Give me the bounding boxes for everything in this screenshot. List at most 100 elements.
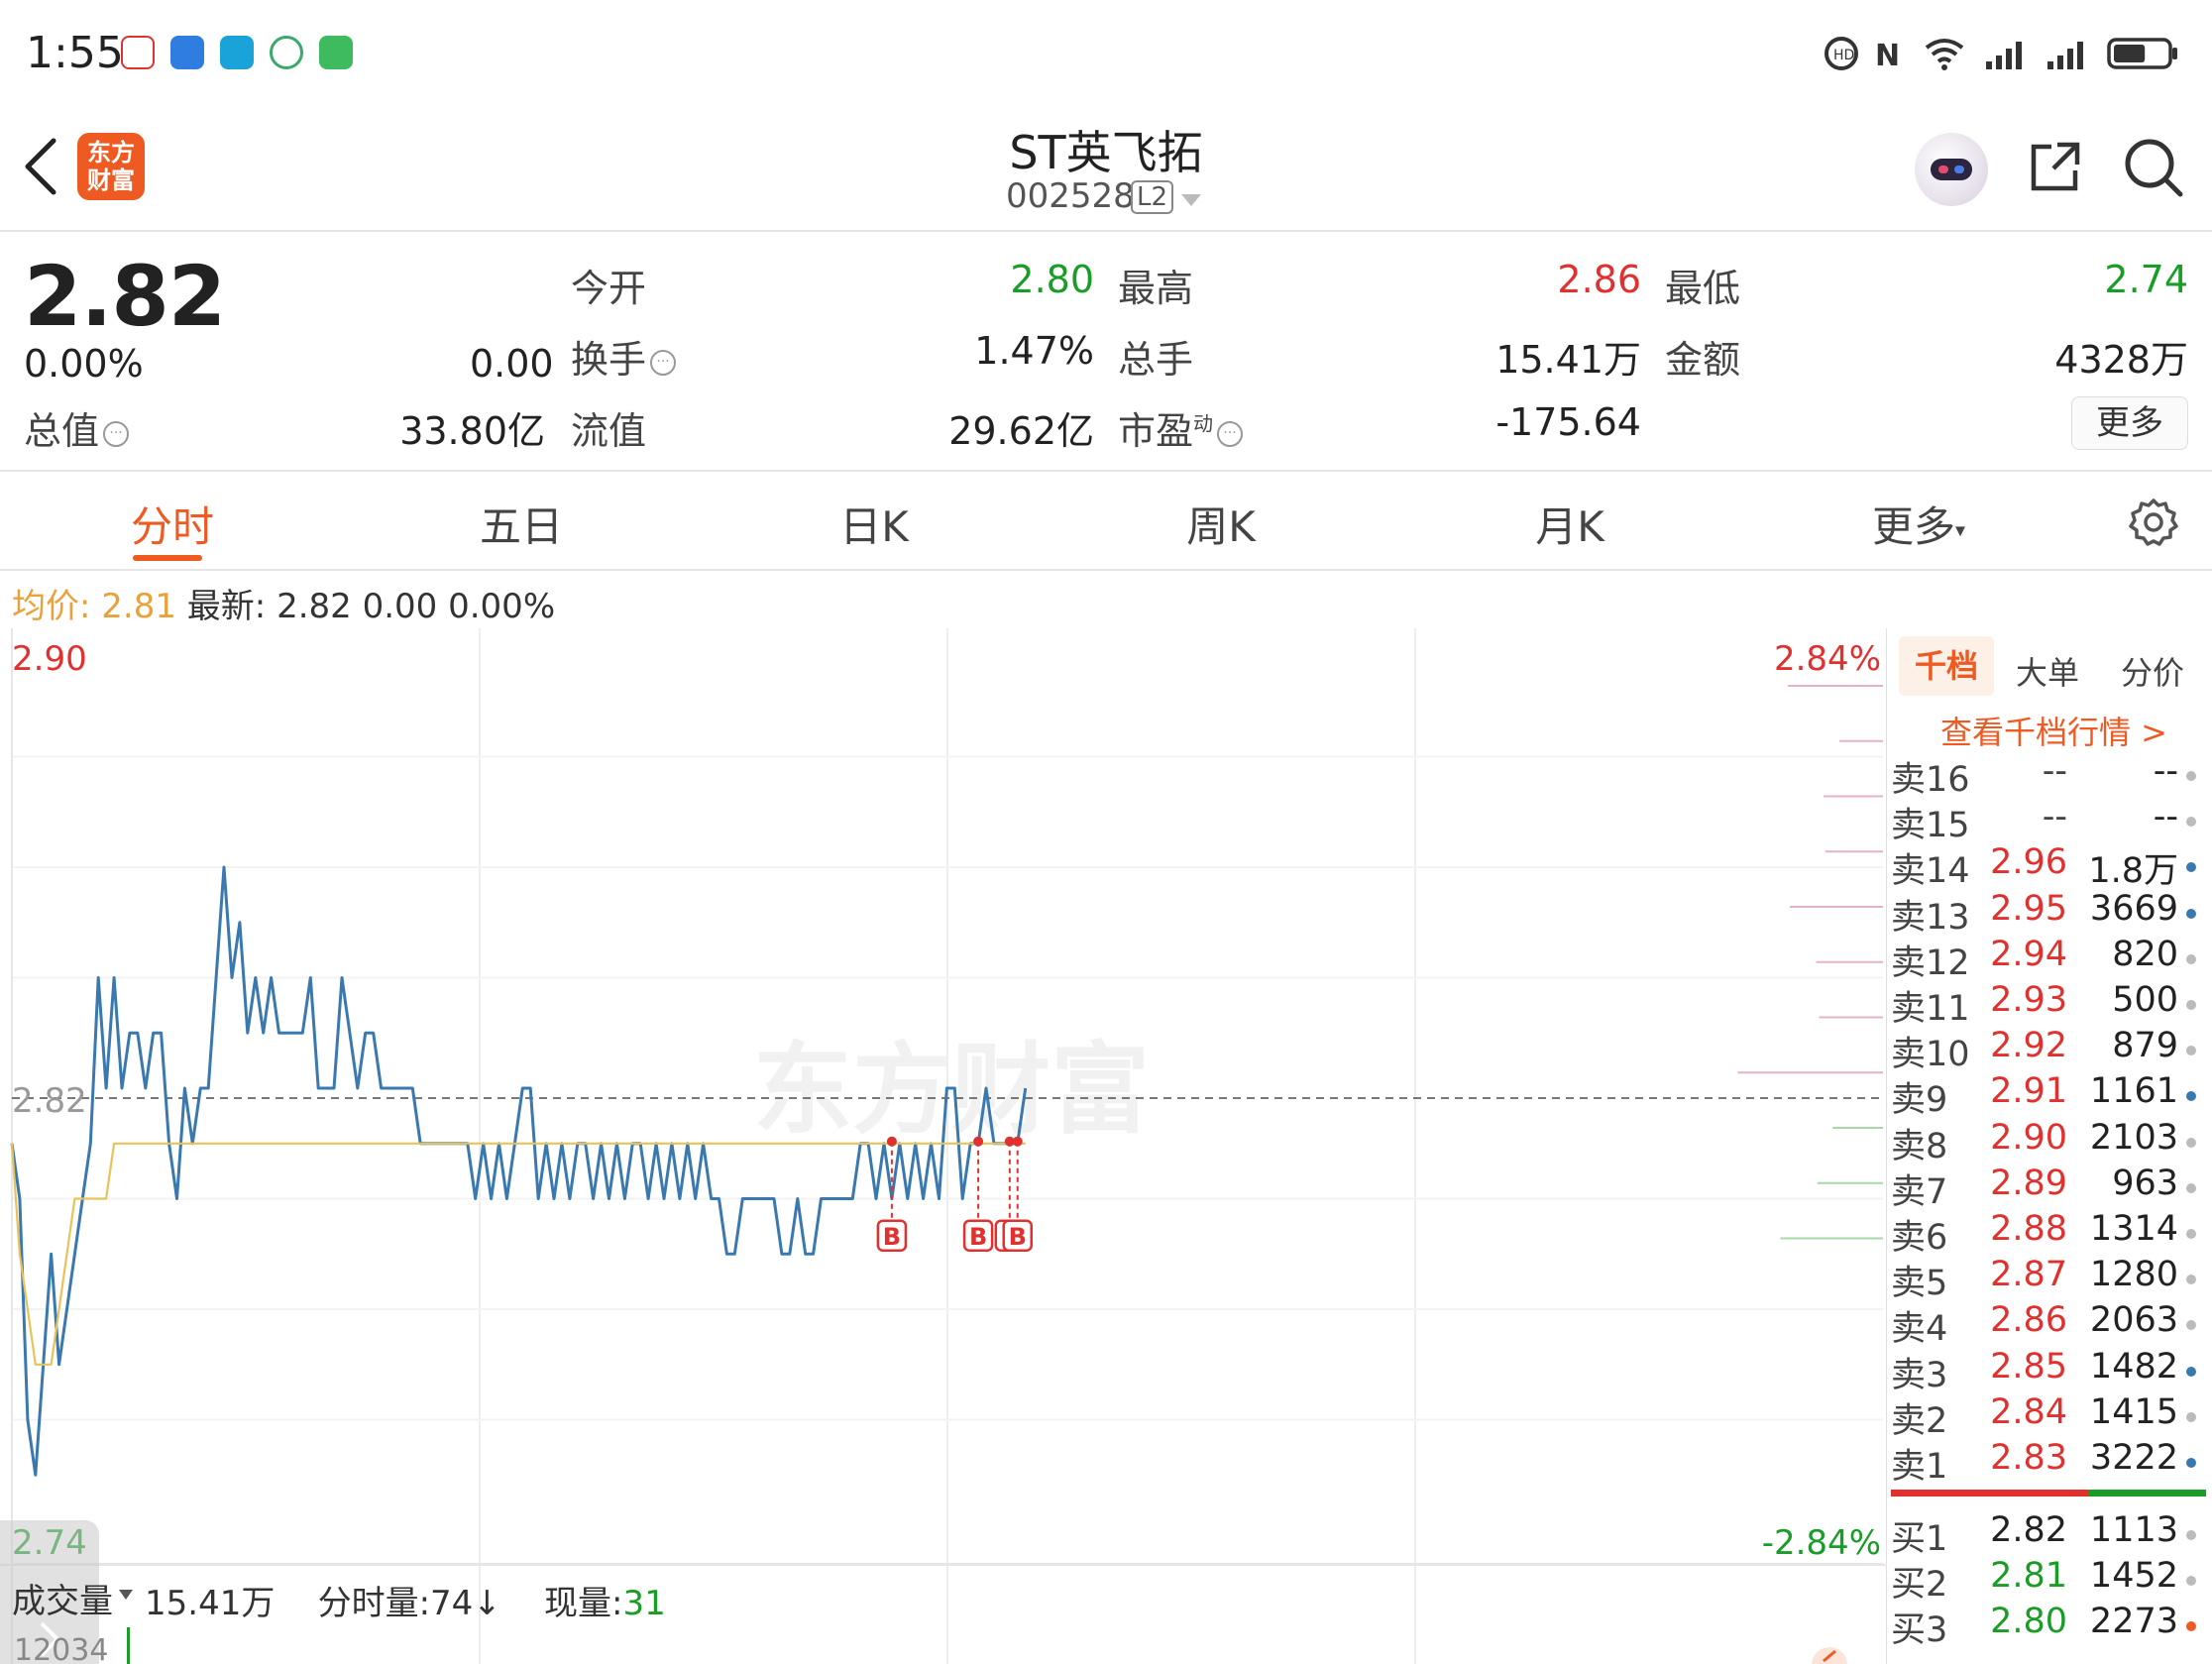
view-depth-link[interactable]: 查看千档行情 >: [1940, 708, 2167, 753]
ask-row[interactable]: 卖9 2.91 1161: [1891, 1071, 2206, 1120]
ask-row[interactable]: 卖2 2.84 1415: [1891, 1392, 2206, 1441]
volume-label: 总手: [1118, 338, 1194, 382]
y-mid-label: 2.82: [12, 1081, 87, 1121]
market-cap-label[interactable]: 总值 ···: [24, 400, 130, 455]
ask-row[interactable]: 卖15 -- --: [1891, 797, 2206, 845]
y-max-label: 2.90: [12, 639, 87, 679]
tab-thousand-depth[interactable]: 千档: [1899, 636, 1994, 696]
turnover-label[interactable]: 换手 ···: [571, 329, 677, 384]
volume-scale: 12034: [14, 1633, 109, 1664]
ask-row[interactable]: 卖4 2.86 2063: [1891, 1300, 2206, 1349]
bid-row[interactable]: 买3 2.80 2273: [1891, 1602, 2206, 1650]
stock-code[interactable]: 002528: [1006, 176, 1135, 216]
caret-down-icon: ▾: [1954, 517, 1966, 542]
wifi-icon: [1925, 39, 1964, 70]
ask-row[interactable]: 卖12 2.94 820: [1891, 935, 2206, 983]
order-dot: [2186, 953, 2196, 964]
ask-row[interactable]: 卖10 2.92 879: [1891, 1026, 2206, 1074]
ask-level: 卖9: [1891, 1080, 1948, 1121]
ask-volume: 3669: [2089, 888, 2178, 929]
level2-badge: L2: [1131, 180, 1174, 214]
tab-monthly-k[interactable]: 月K: [1471, 494, 1669, 554]
order-dot: [2186, 1576, 2196, 1587]
ask-row[interactable]: 卖16 -- --: [1891, 751, 2206, 800]
ask-price: 2.85: [1990, 1346, 2067, 1387]
amount-label: 金额: [1665, 338, 1741, 382]
ask-volume: 500: [2112, 980, 2178, 1020]
chart-series: [10, 865, 1028, 1477]
current-price: 2.82: [24, 248, 226, 345]
ask-price: --: [2042, 797, 2067, 837]
ask-row[interactable]: 卖8 2.90 2103: [1891, 1117, 2206, 1166]
ask-row[interactable]: 卖5 2.87 1280: [1891, 1255, 2206, 1303]
ask-row[interactable]: 卖3 2.85 1482: [1891, 1346, 2206, 1395]
bid-row[interactable]: 买2 2.81 1452: [1891, 1556, 2206, 1605]
svg-text:HD: HD: [1833, 48, 1854, 63]
ask-row[interactable]: 卖1 2.83 3222: [1891, 1438, 2206, 1487]
share-icon[interactable]: [2028, 139, 2083, 194]
ask-price: --: [2042, 751, 2067, 791]
depth-lines: [1737, 685, 1883, 1240]
ask-row[interactable]: 卖13 2.95 3669: [1891, 888, 2206, 938]
order-dot: [2186, 1137, 2196, 1148]
tab-weekly-k[interactable]: 周K: [1122, 494, 1320, 554]
battery-icon: [2107, 38, 2177, 69]
float-cap-label: 流值: [571, 409, 647, 453]
ask-volume: 1161: [2089, 1071, 2178, 1112]
open-label: 今开: [571, 267, 647, 310]
ask-level: 卖14: [1891, 851, 1970, 892]
ask-row[interactable]: 卖14 2.96 1.8万: [1891, 842, 2206, 891]
info-icon[interactable]: ···: [103, 420, 130, 447]
bid-level: 买3: [1891, 1610, 1948, 1651]
chevron-down-icon[interactable]: [1181, 194, 1201, 206]
order-dot: [2186, 817, 2196, 828]
volume-indicator-select[interactable]: 成交量: [12, 1574, 113, 1622]
app-notification-icon: [170, 36, 204, 69]
ask-level: 卖16: [1891, 760, 1970, 800]
gear-icon[interactable]: [2129, 498, 2178, 547]
info-icon[interactable]: ···: [650, 349, 677, 376]
current-volume-value: 31: [622, 1584, 666, 1623]
ask-row[interactable]: 卖7 2.89 963: [1891, 1163, 2206, 1212]
ask-level: 卖6: [1891, 1218, 1948, 1258]
nfc-icon: N: [1875, 39, 1900, 71]
amount-value: 4328万: [2054, 338, 2188, 382]
info-icon[interactable]: ···: [1217, 420, 1244, 447]
search-icon[interactable]: [2123, 137, 2184, 198]
ask-price: 2.83: [1990, 1438, 2067, 1478]
ask-level: 卖11: [1891, 989, 1970, 1029]
turnover-value: 1.47%: [974, 329, 1094, 373]
tab-daily-k[interactable]: 日K: [775, 494, 973, 554]
app-notification-icon: [270, 36, 303, 69]
tab-more[interactable]: 更多▾: [1820, 494, 2018, 554]
ask-price: 2.95: [1990, 888, 2067, 929]
bid-row[interactable]: 买1 2.82 1113: [1891, 1510, 2206, 1559]
bid-volume: 1113: [2089, 1510, 2178, 1550]
assistant-robot-icon[interactable]: [1915, 133, 1988, 206]
ask-price: 2.89: [1990, 1163, 2067, 1203]
signal-icon: [1986, 42, 2022, 69]
ask-price: 2.88: [1990, 1209, 2067, 1249]
tab-big-orders[interactable]: 大单: [2016, 648, 2079, 694]
tab-intraday[interactable]: 分时: [73, 494, 272, 554]
order-dot: [2186, 1366, 2196, 1377]
float-cap-value: 29.62亿: [948, 409, 1094, 453]
more-button[interactable]: 更多: [2071, 396, 2188, 450]
pe-value: -175.64: [1495, 400, 1641, 444]
intraday-chart[interactable]: 东方财富 BBBB 2.90 2.82 2.74 2.84% -2.84%: [0, 628, 1887, 1664]
expand-icon[interactable]: [1810, 1645, 1849, 1664]
change-amount: 0.00: [470, 342, 554, 386]
ask-row[interactable]: 卖11 2.93 500: [1891, 980, 2206, 1029]
ask-price: 2.90: [1990, 1117, 2067, 1158]
caret-down-icon[interactable]: [119, 1590, 133, 1600]
order-dot: [2186, 1182, 2196, 1193]
divider: [0, 470, 2212, 472]
tab-five-day[interactable]: 五日: [422, 494, 620, 554]
ask-row[interactable]: 卖6 2.88 1314: [1891, 1209, 2206, 1258]
latest-label: 最新:: [186, 587, 267, 626]
ask-price: 2.96: [1990, 842, 2067, 883]
pe-label[interactable]: 市盈动 ···: [1118, 400, 1244, 455]
tab-price-distribution[interactable]: 分价: [2121, 648, 2184, 694]
order-dot: [2186, 862, 2196, 873]
order-dot: [2186, 1530, 2196, 1540]
